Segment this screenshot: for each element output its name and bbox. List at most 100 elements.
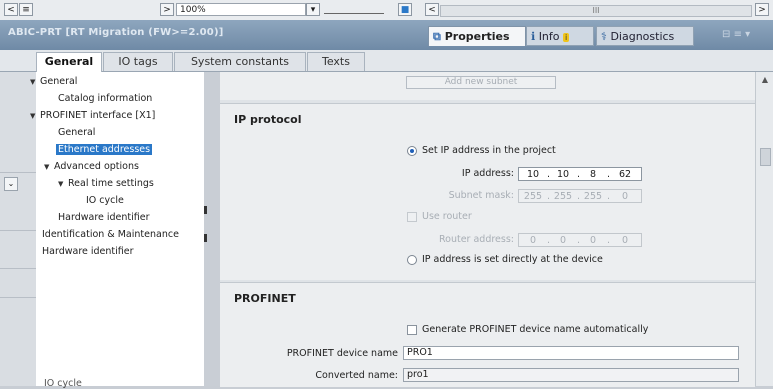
- router-address-field[interactable]: 0 . 0 . 0 . 0: [518, 233, 642, 247]
- window-controls[interactable]: ⊟ ≡ ▾: [722, 29, 768, 41]
- tab-general-label: General: [44, 55, 94, 68]
- router-octet-1: 0: [529, 235, 537, 246]
- zoom-value: 100%: [180, 5, 206, 15]
- use-router-checkbox[interactable]: [407, 212, 417, 222]
- tab-info[interactable]: ℹ Info i: [526, 26, 594, 46]
- router-octet-3: 0: [589, 235, 597, 246]
- fit-icon[interactable]: ■: [398, 3, 412, 16]
- tree-item-profinet-interface[interactable]: ▼PROFINET interface [X1]: [30, 110, 155, 121]
- subnet-octet-2: 255: [553, 191, 573, 202]
- subnet-octet-3: 255: [583, 191, 603, 202]
- properties-icon: ⧉: [433, 30, 441, 43]
- diagnostics-icon: ⚕: [601, 30, 607, 43]
- top-toolbar: < ≡ > 100% ▾ ■ < III >: [0, 0, 773, 21]
- scroll-up-icon[interactable]: ▲: [759, 74, 771, 86]
- expand-down-icon[interactable]: ▼: [58, 180, 68, 188]
- tab-texts-label: Texts: [322, 55, 350, 68]
- hscroll-right-icon[interactable]: >: [755, 3, 769, 16]
- tree-item-io-cycle[interactable]: IO cycle: [86, 195, 124, 206]
- tree-item-label: Ethernet addresses: [56, 144, 153, 155]
- scroll-grip: III: [592, 6, 600, 15]
- ip-set-directly-radio[interactable]: [407, 255, 417, 265]
- tree-cut-label: IO cycle: [44, 378, 82, 389]
- converted-name-label: Converted name:: [315, 370, 398, 381]
- router-octet-2: 0: [559, 235, 567, 246]
- scroll-thumb-icon[interactable]: ≡: [19, 3, 33, 16]
- property-tabs: General IO tags System constants Texts: [0, 50, 773, 72]
- subnet-octet-4: 0: [621, 191, 629, 202]
- zoom-slider[interactable]: [324, 6, 384, 14]
- ip-address-field[interactable]: 10 . 10 . 8 . 62: [518, 167, 642, 181]
- info-badge-icon: i: [563, 33, 570, 42]
- tree-item-label: PROFINET interface [X1]: [40, 110, 156, 121]
- hscroll-left-icon[interactable]: <: [425, 3, 439, 16]
- profinet-title: PROFINET: [234, 292, 296, 305]
- properties-label: Properties: [444, 30, 510, 43]
- diagnostics-label: Diagnostics: [610, 30, 675, 43]
- tab-texts[interactable]: Texts: [307, 52, 365, 71]
- menu-icon[interactable]: ≡: [734, 29, 742, 40]
- tree-item-label: Real time settings: [68, 178, 154, 189]
- device-title: ABIC-PRT [RT Migration (FW>=2.00)]: [8, 27, 224, 38]
- tree-item-label: Identification & Maintenance: [42, 229, 179, 240]
- properties-content: Add new subnet IP protocol Set IP addres…: [220, 72, 755, 387]
- tree-item-label: IO cycle: [86, 195, 124, 206]
- scroll-left-icon[interactable]: <: [4, 3, 18, 16]
- tree-item-label: General: [58, 127, 96, 138]
- ip-protocol-section: IP protocol Set IP address in the projec…: [220, 103, 755, 280]
- add-new-subnet-button[interactable]: Add new subnet: [406, 76, 556, 89]
- zoom-dropdown-icon[interactable]: ▾: [306, 3, 320, 16]
- vertical-scrollbar[interactable]: ▲: [755, 72, 773, 386]
- expand-down-icon[interactable]: ▼: [44, 163, 54, 171]
- tab-general[interactable]: General: [36, 52, 102, 72]
- horizontal-scrollbar[interactable]: III: [440, 5, 752, 17]
- tab-diagnostics[interactable]: ⚕ Diagnostics: [596, 26, 694, 46]
- set-ip-in-project-label: Set IP address in the project: [422, 145, 556, 156]
- tree-item-identification-maintenance[interactable]: Identification & Maintenance: [42, 229, 179, 240]
- tree-cut-item: IO cycle: [44, 378, 82, 389]
- inspector-title-bar: ABIC-PRT [RT Migration (FW>=2.00)] ⧉ Pro…: [0, 20, 773, 50]
- zoom-select[interactable]: 100%: [176, 3, 306, 16]
- tree-item-ethernet-addresses[interactable]: Ethernet addresses: [56, 144, 153, 155]
- converted-name-field: pro1: [403, 368, 739, 382]
- tree-item-catalog-information[interactable]: Catalog information: [58, 93, 152, 104]
- expand-down-icon[interactable]: ▼: [30, 112, 40, 120]
- panel-splitter[interactable]: [204, 72, 220, 386]
- expand-down-icon[interactable]: ▼: [30, 78, 40, 86]
- subnet-octet-1: 255: [523, 191, 543, 202]
- tree-item-general[interactable]: ▼General: [30, 76, 77, 87]
- tab-system-constants[interactable]: System constants: [174, 52, 306, 71]
- ip-set-directly-label: IP address is set directly at the device: [422, 254, 603, 265]
- scroll-thumb[interactable]: [760, 148, 771, 166]
- tab-io-tags[interactable]: IO tags: [103, 52, 173, 71]
- tree-item-label: Hardware identifier: [58, 212, 150, 223]
- tree-item-hardware-identifier-interface[interactable]: Hardware identifier: [58, 212, 150, 223]
- device-name-input[interactable]: PRO1: [403, 346, 739, 360]
- splitter-grip[interactable]: [204, 234, 207, 242]
- ip-protocol-title: IP protocol: [234, 113, 302, 126]
- info-label: Info: [538, 30, 560, 43]
- tree-item-label: Catalog information: [58, 93, 153, 104]
- subnet-mask-field[interactable]: 255 . 255 . 255 . 0: [518, 189, 642, 203]
- info-icon: ℹ: [531, 30, 536, 43]
- tree-item-label: Advanced options: [54, 161, 139, 172]
- collapse-icon[interactable]: ▾: [745, 29, 750, 40]
- set-ip-in-project-radio[interactable]: [407, 146, 417, 156]
- tab-io-tags-label: IO tags: [118, 55, 158, 68]
- tab-properties[interactable]: ⧉ Properties: [428, 26, 526, 46]
- restore-icon[interactable]: ⊟: [722, 29, 730, 40]
- generate-name-label: Generate PROFINET device name automatica…: [422, 324, 649, 335]
- device-name-label: PROFINET device name: [286, 348, 398, 359]
- tree-item-interface-general[interactable]: General: [58, 127, 95, 138]
- ip-octet-2: 10: [556, 169, 570, 180]
- router-octet-4: 0: [621, 235, 629, 246]
- tree-item-advanced-options[interactable]: ▼Advanced options: [44, 161, 139, 172]
- splitter-grip[interactable]: [204, 206, 207, 214]
- generate-name-checkbox[interactable]: [407, 325, 417, 335]
- tree-item-label: General: [40, 76, 78, 87]
- ip-octet-1: 10: [526, 169, 540, 180]
- scroll-right-icon[interactable]: >: [160, 3, 174, 16]
- tree-item-hardware-identifier[interactable]: Hardware identifier: [42, 246, 134, 257]
- tab-system-constants-label: System constants: [190, 55, 290, 68]
- tree-item-real-time-settings[interactable]: ▼Real time settings: [58, 178, 154, 189]
